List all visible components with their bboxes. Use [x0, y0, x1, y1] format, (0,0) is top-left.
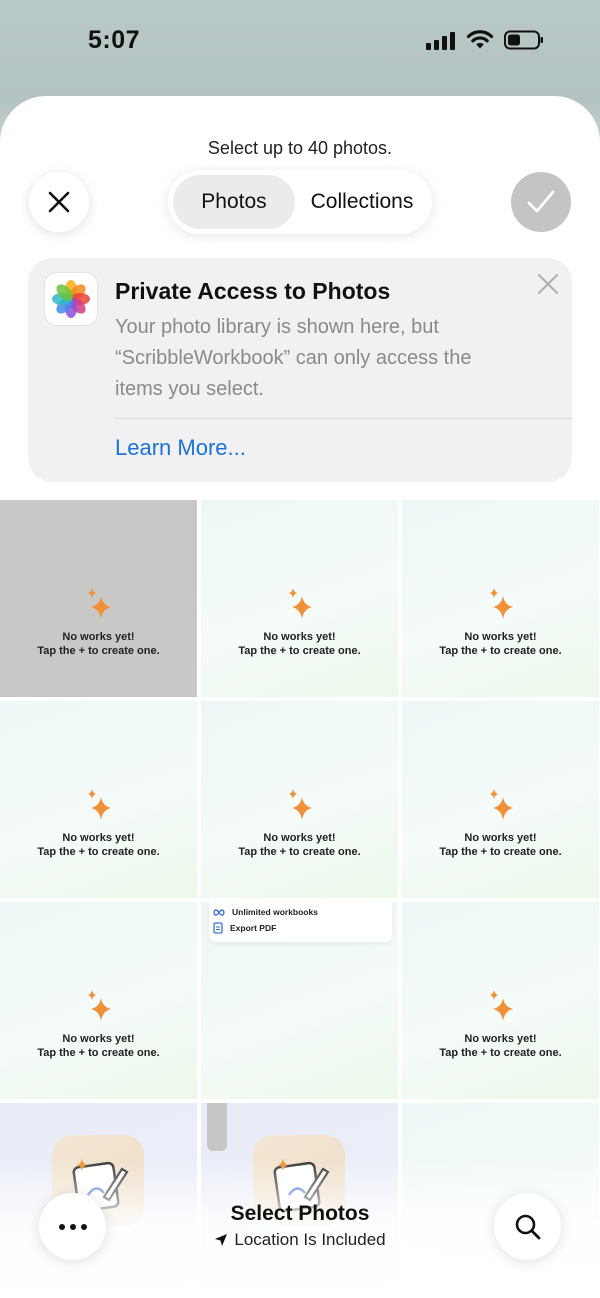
feature-item: Export PDF: [213, 921, 276, 935]
photo-thumbnail[interactable]: No works yet! Tap the + to create one.: [0, 902, 197, 1099]
close-icon: [48, 191, 70, 213]
sparkle-icon: [88, 789, 111, 820]
sparkle-icon: [289, 789, 312, 820]
tab-collections[interactable]: Collections: [296, 175, 428, 229]
wifi-icon: [466, 30, 494, 49]
search-icon: [515, 1214, 540, 1239]
photo-picker-sheet: Select up to 40 photos. Photos Collectio…: [0, 96, 600, 1298]
tab-photos[interactable]: Photos: [173, 175, 295, 229]
banner-divider: [115, 418, 572, 419]
infinity-icon: [213, 908, 225, 916]
status-time: 5:07: [88, 26, 141, 54]
sparkle-icon: [490, 990, 513, 1021]
banner-dismiss-button[interactable]: [536, 272, 560, 296]
selection-limit-hint: Select up to 40 photos.: [207, 138, 393, 158]
banner-title: Private Access to Photos: [115, 278, 391, 304]
photo-thumbnail[interactable]: No works yet! Tap the + to create one.: [201, 500, 398, 697]
sparkle-icon: [88, 990, 111, 1021]
private-access-banner: Private Access to Photos Your photo libr…: [28, 258, 572, 482]
confirm-button[interactable]: [511, 172, 571, 232]
photo-thumbnail[interactable]: No works yet! Tap the + to create one.: [402, 500, 599, 697]
source-segmented-control: Photos Collections: [168, 170, 432, 234]
photo-thumbnail[interactable]: No works yet! Tap the + to create one.: [0, 701, 197, 898]
status-bar: 5:07: [0, 0, 600, 90]
document-icon: [213, 922, 223, 934]
photos-app-icon: [45, 273, 97, 325]
cellular-signal-icon: [426, 32, 458, 50]
sparkle-icon: [490, 588, 513, 619]
battery-icon: [504, 30, 543, 50]
sparkle-icon: [490, 789, 513, 820]
photo-thumbnail[interactable]: No works yet! Tap the + to create one.: [0, 500, 197, 697]
checkmark-icon: [527, 190, 555, 213]
sparkle-icon: [289, 588, 312, 619]
photo-thumbnail[interactable]: No works yet! Tap the + to create one.: [402, 701, 599, 898]
photo-thumbnail[interactable]: Unlimited workbooks Export PDF: [201, 902, 398, 1099]
photo-thumbnail[interactable]: No works yet! Tap the + to create one.: [201, 701, 398, 898]
sparkle-icon: [88, 588, 111, 619]
photo-thumbnail[interactable]: No works yet! Tap the + to create one.: [402, 902, 599, 1099]
close-button[interactable]: [29, 172, 89, 232]
feature-item: Unlimited workbooks: [213, 905, 318, 919]
banner-description: Your photo library is shown here, but “S…: [115, 316, 472, 400]
location-arrow-icon: [215, 1234, 228, 1246]
search-button[interactable]: [494, 1193, 561, 1260]
learn-more-link[interactable]: Learn More...: [115, 435, 246, 461]
